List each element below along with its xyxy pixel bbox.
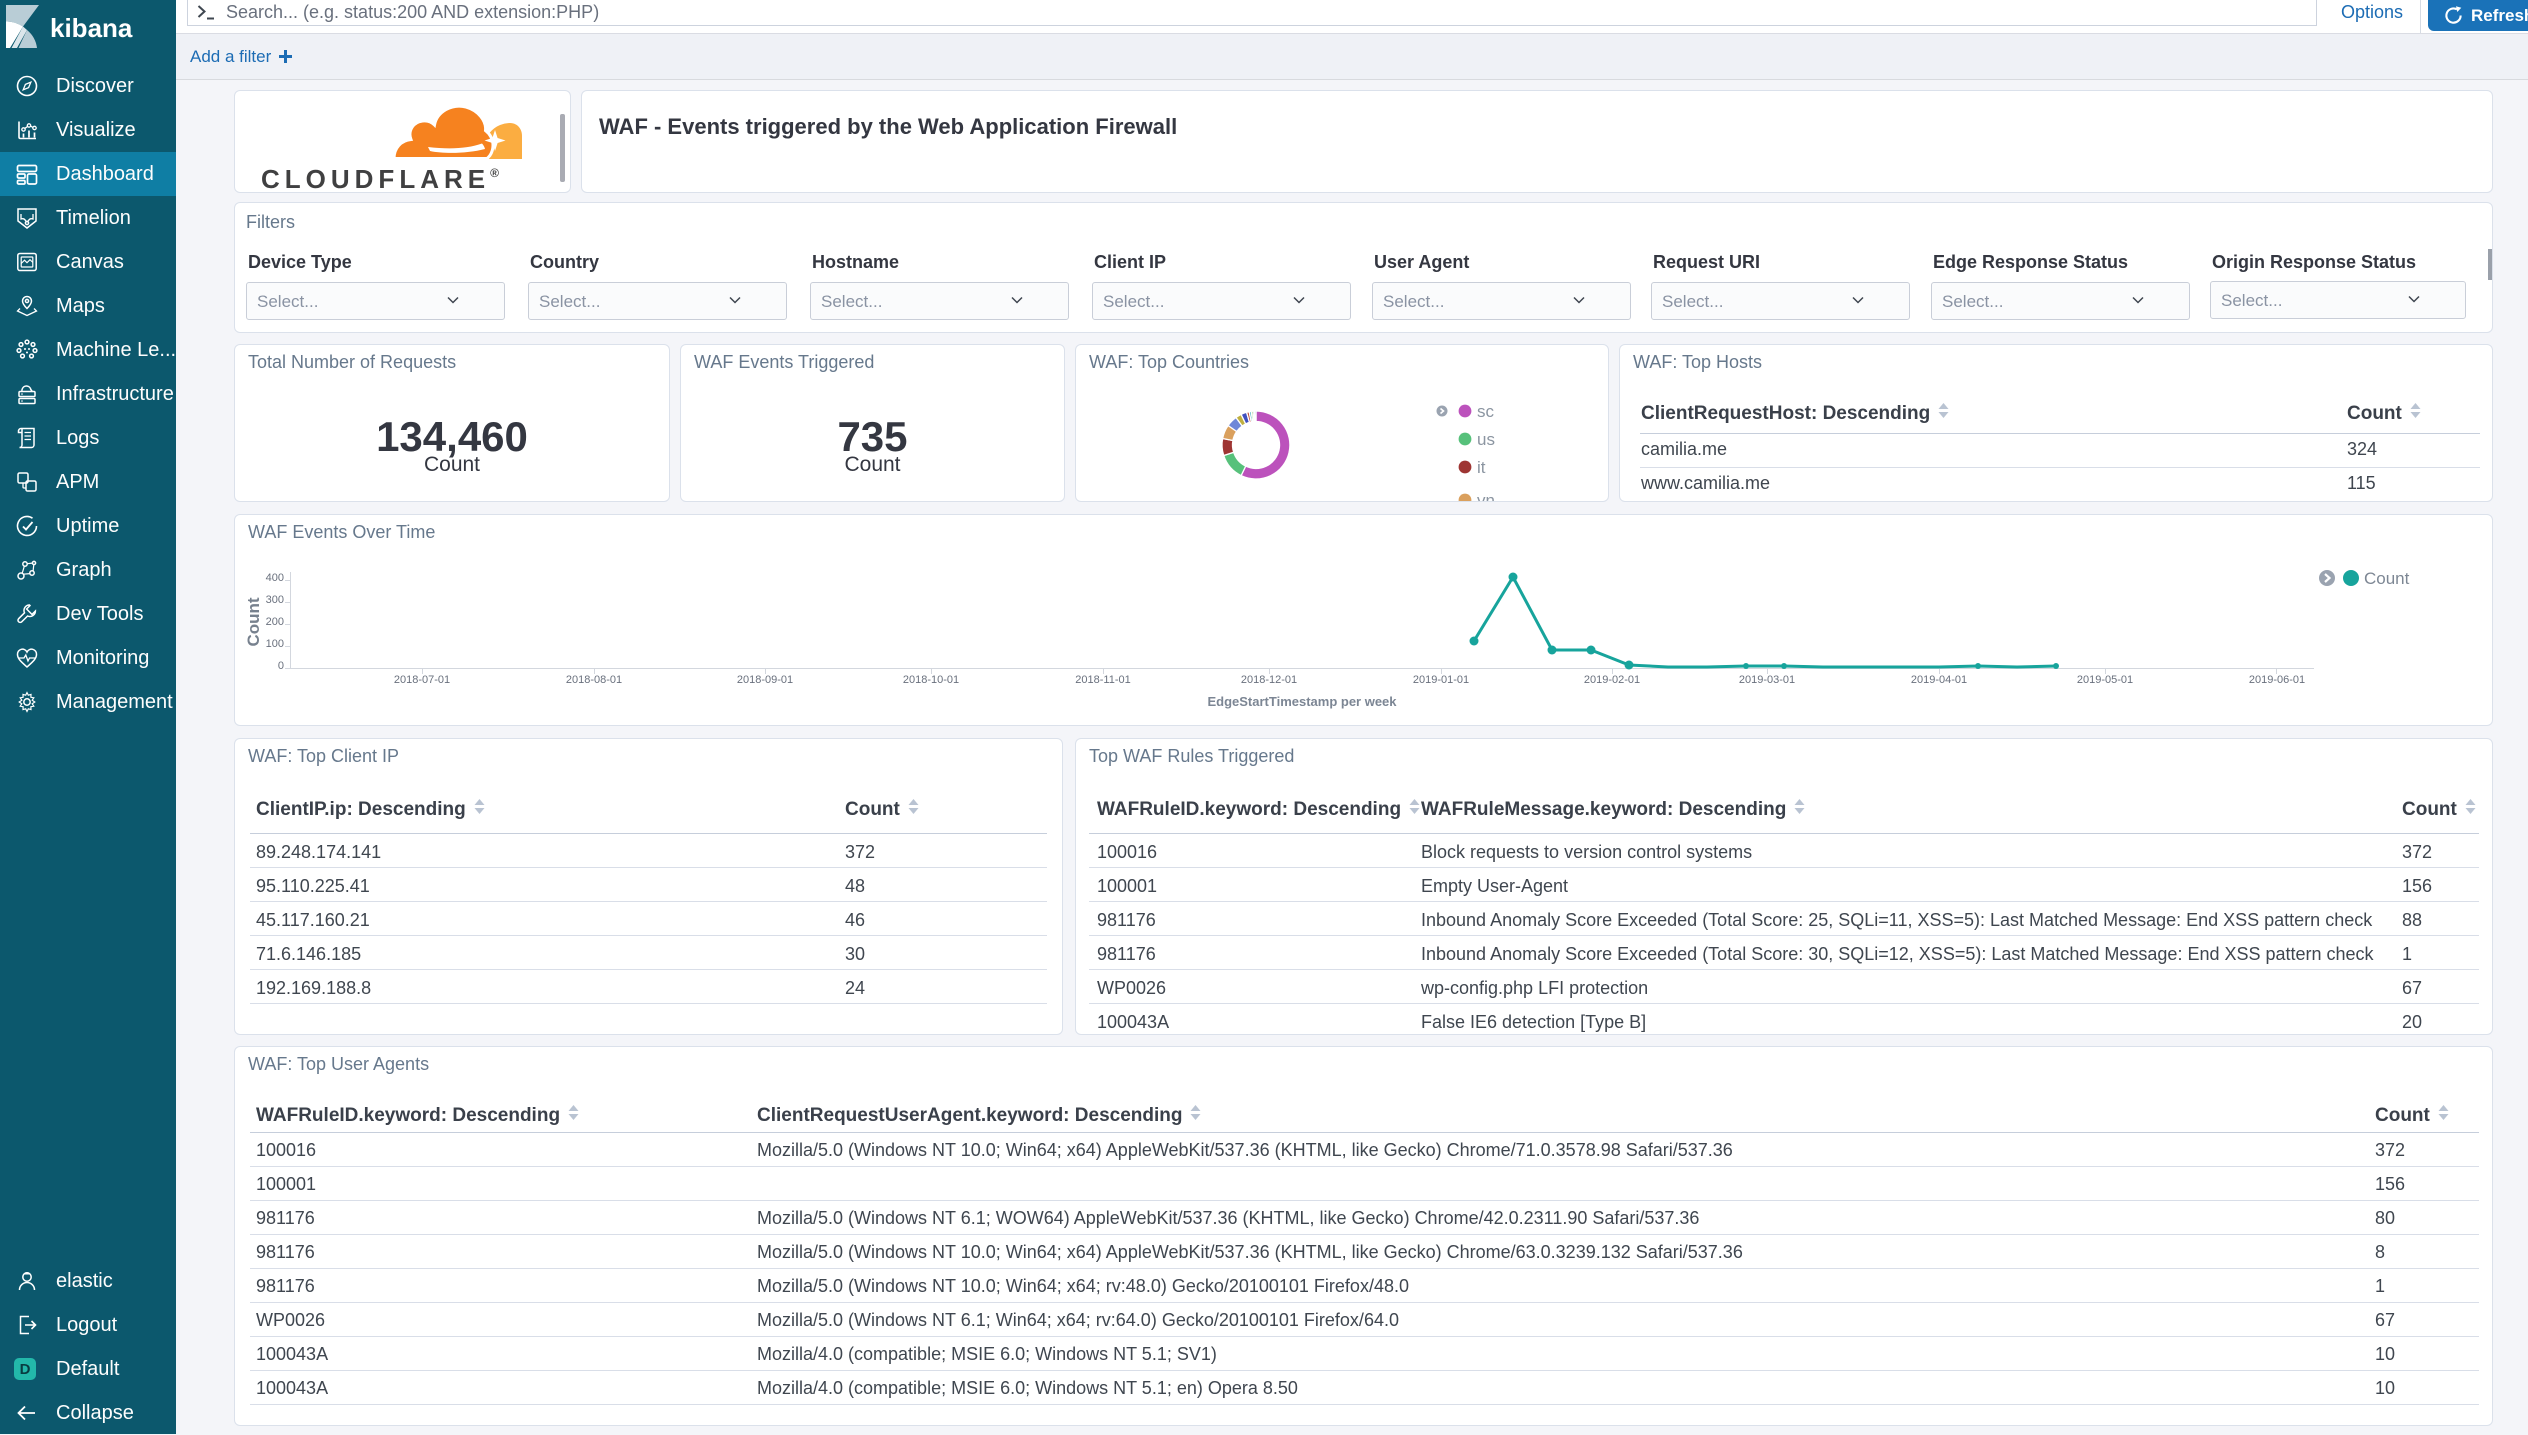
svg-text:Count: Count	[2364, 570, 2410, 588]
